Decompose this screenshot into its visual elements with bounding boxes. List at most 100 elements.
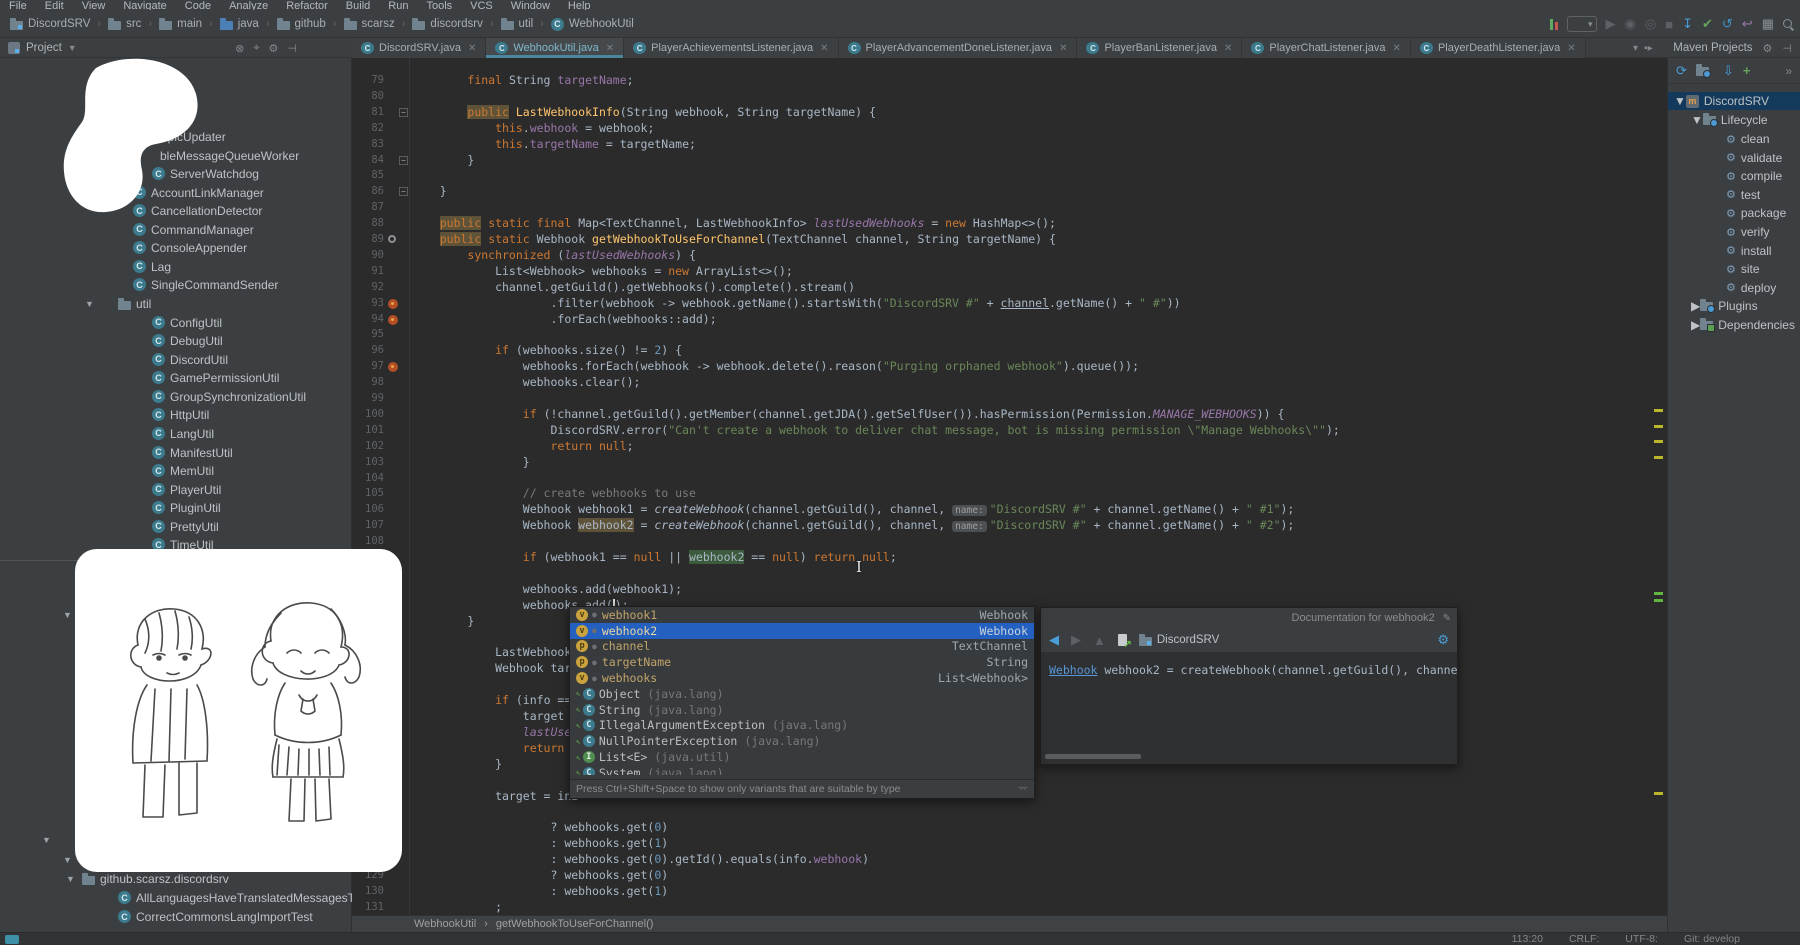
changes-icon[interactable] <box>1550 18 1558 30</box>
tab-dropdown-icon[interactable]: ▾ <box>1633 43 1638 54</box>
tab-playerachievementslistener-java[interactable]: CPlayerAchievementsListener.java✕ <box>624 38 838 58</box>
gutter-warning-icon[interactable] <box>388 362 398 372</box>
gutter-warning-icon[interactable] <box>388 299 398 309</box>
code-line-110[interactable]: 110 <box>352 566 1667 582</box>
code-line-91[interactable]: 91 List<Webhook> webhooks = new ArrayLis… <box>352 264 1667 280</box>
scrollbar-mark[interactable] <box>1654 425 1663 428</box>
scrollbar-mark[interactable] <box>1654 409 1663 412</box>
back-icon[interactable]: ◀ <box>1049 632 1059 648</box>
editor-breadcrumb-item[interactable]: WebhookUtil <box>414 918 476 930</box>
code-line-82[interactable]: 82 this.webhook = webhook; <box>352 121 1667 137</box>
breadcrumb-item-java[interactable]: java› <box>220 18 277 30</box>
autocomplete-item-webhook2[interactable]: v●webhook2Webhook <box>570 623 1034 639</box>
maven-group-lifecycle[interactable]: ▼Lifecycle <box>1668 111 1768 129</box>
doc-type-link[interactable]: Webhook <box>1049 663 1097 677</box>
maven-goal-deploy[interactable]: ⚙deploy <box>1668 279 1776 297</box>
menu-item-help[interactable]: Help <box>559 0 600 10</box>
status-item[interactable]: UTF-8: <box>1625 933 1658 945</box>
menu-item-refactor[interactable]: Refactor <box>277 0 337 10</box>
code-line-127[interactable]: 127 : webhooks.get(1) <box>352 836 1667 852</box>
scrollbar-mark[interactable] <box>1654 599 1663 602</box>
close-icon[interactable]: ✕ <box>820 43 828 54</box>
refresh-icon[interactable]: ⟳ <box>1676 63 1687 79</box>
autocomplete-item-channel[interactable]: p●channelTextChannel <box>570 639 1034 655</box>
maven-goal-site[interactable]: ⚙site <box>1668 260 1760 278</box>
code-line-107[interactable]: 107 Webhook webhook2 = createWebhook(cha… <box>352 518 1667 534</box>
code-line-98[interactable]: 98 webhooks.clear(); <box>352 375 1667 391</box>
gutter-warning-icon[interactable] <box>388 315 398 325</box>
menu-item-view[interactable]: View <box>73 0 115 10</box>
breadcrumb-item-discordsrv[interactable]: discordsrv› <box>412 18 500 30</box>
maven-root-discordsrv[interactable]: ▼mDiscordSRV <box>1668 92 1800 110</box>
breadcrumb-item-webhookutil[interactable]: CWebhookUtil <box>551 18 634 31</box>
code-line-86[interactable]: 86− } <box>352 184 1667 200</box>
fold-icon[interactable]: − <box>399 108 408 117</box>
code-line-129[interactable]: 129 ? webhooks.get(0) <box>352 868 1667 884</box>
code-line-79[interactable]: 79 final String targetName; <box>352 73 1667 89</box>
code-line-104[interactable]: 104 <box>352 471 1667 487</box>
autocomplete-item-webhook1[interactable]: v●webhook1Webhook <box>570 607 1034 623</box>
autocomplete-item-object[interactable]: ↖CObject(java.lang) <box>570 686 1034 702</box>
menu-item-vcs[interactable]: VCS <box>461 0 502 10</box>
edit-icon[interactable]: ✎ <box>1443 613 1451 624</box>
maven-goal-verify[interactable]: ⚙verify <box>1668 223 1770 241</box>
expand-arrow-icon[interactable]: ▼ <box>63 610 72 620</box>
code-line-96[interactable]: 96 if (webhooks.size() != 2) { <box>352 343 1667 359</box>
maven-goal-compile[interactable]: ⚙compile <box>1668 167 1782 185</box>
code-line-126[interactable]: 126 ? webhooks.get(0) <box>352 820 1667 836</box>
code-line-84[interactable]: 84− } <box>352 153 1667 169</box>
maven-goal-clean[interactable]: ⚙clean <box>1668 130 1770 148</box>
code-line-94[interactable]: 94 .forEach(webhooks::add); <box>352 312 1667 328</box>
maven-goal-install[interactable]: ⚙install <box>1668 242 1772 260</box>
code-line-93[interactable]: 93 .filter(webhook -> webhook.getName().… <box>352 296 1667 312</box>
vcs-commit-icon[interactable]: ✔ <box>1702 16 1713 32</box>
up-icon[interactable]: ▲ <box>1093 633 1106 648</box>
collapse-all-icon[interactable]: ⊗ <box>235 42 244 55</box>
code-line-81[interactable]: 81− public LastWebhookInfo(String webhoo… <box>352 105 1667 121</box>
code-line-83[interactable]: 83 this.targetName = targetName; <box>352 137 1667 153</box>
scrollbar-mark[interactable] <box>1654 592 1663 595</box>
breadcrumb-item-scarsz[interactable]: scarsz› <box>344 18 413 30</box>
vcs-history-icon[interactable]: ↺ <box>1722 16 1733 32</box>
forward-icon[interactable]: ▶ <box>1071 632 1081 648</box>
tab-discordsrv-java[interactable]: CDiscordSRV.java✕ <box>352 38 486 58</box>
status-item[interactable]: CRLF: <box>1569 933 1599 945</box>
gear-icon[interactable]: ⚙ <box>1437 632 1449 648</box>
breadcrumb-item-src[interactable]: src› <box>108 18 159 30</box>
code-line-130[interactable]: 130 : webhooks.get(1) <box>352 884 1667 900</box>
download-sources-icon[interactable]: ⇩ <box>1723 63 1734 79</box>
gear-icon[interactable]: ⚙ <box>1763 42 1773 55</box>
menu-item-analyze[interactable]: Analyze <box>220 0 277 10</box>
autocomplete-item-targetname[interactable]: p●targetNameString <box>570 654 1034 670</box>
code-line-87[interactable]: 87 <box>352 200 1667 216</box>
close-icon[interactable]: ✕ <box>468 43 476 54</box>
code-line-80[interactable]: 80 <box>352 89 1667 105</box>
code-line-97[interactable]: 97 webhooks.forEach(webhook -> webhook.d… <box>352 359 1667 375</box>
breadcrumb-item-main[interactable]: main› <box>159 18 220 30</box>
code-line-99[interactable]: 99 <box>352 391 1667 407</box>
close-icon[interactable]: ✕ <box>606 43 614 54</box>
scrollbar-mark[interactable] <box>1654 456 1663 459</box>
autocomplete-item-string[interactable]: ↖CString(java.lang) <box>570 702 1034 718</box>
vcs-update-icon[interactable]: ↧ <box>1682 16 1693 32</box>
breadcrumb-item-discordsrv[interactable]: DiscordSRV› <box>10 18 108 30</box>
run-config-dropdown[interactable]: ▾ <box>1567 16 1597 32</box>
fold-icon[interactable]: − <box>399 187 408 196</box>
tab-playerdeathlistener-java[interactable]: CPlayerDeathListener.java✕ <box>1411 38 1586 58</box>
debug-icon[interactable]: ◉ <box>1625 16 1636 32</box>
project-panel-header[interactable]: Project ▼ ⊗ ⌖ ⚙ ⊣ <box>0 38 352 58</box>
code-line-85[interactable]: 85 <box>352 168 1667 184</box>
doc-popup-titlebar[interactable]: Documentation for webhook2 ✎ <box>1041 608 1457 628</box>
autocomplete-item-webhooks[interactable]: v●webhooksList<Webhook> <box>570 670 1034 686</box>
stop-icon[interactable]: ■ <box>1665 17 1673 32</box>
code-line-106[interactable]: 106 Webhook webhook1 = createWebhook(cha… <box>352 502 1667 518</box>
code-line-101[interactable]: 101 DiscordSRV.error("Can't create a web… <box>352 423 1667 439</box>
status-item[interactable]: Git: develop <box>1684 933 1740 945</box>
toolwindow-switcher-icon[interactable] <box>5 935 19 944</box>
scrollbar-mark[interactable] <box>1654 440 1663 443</box>
autocomplete-item-list<e>[interactable]: ↖IList<E>(java.util) <box>570 749 1034 765</box>
edit-source-icon[interactable] <box>1118 634 1127 646</box>
close-icon[interactable]: ✕ <box>1567 43 1575 54</box>
maven-goal-validate[interactable]: ⚙validate <box>1668 149 1782 167</box>
maven-profiles-icon[interactable] <box>1696 67 1709 76</box>
